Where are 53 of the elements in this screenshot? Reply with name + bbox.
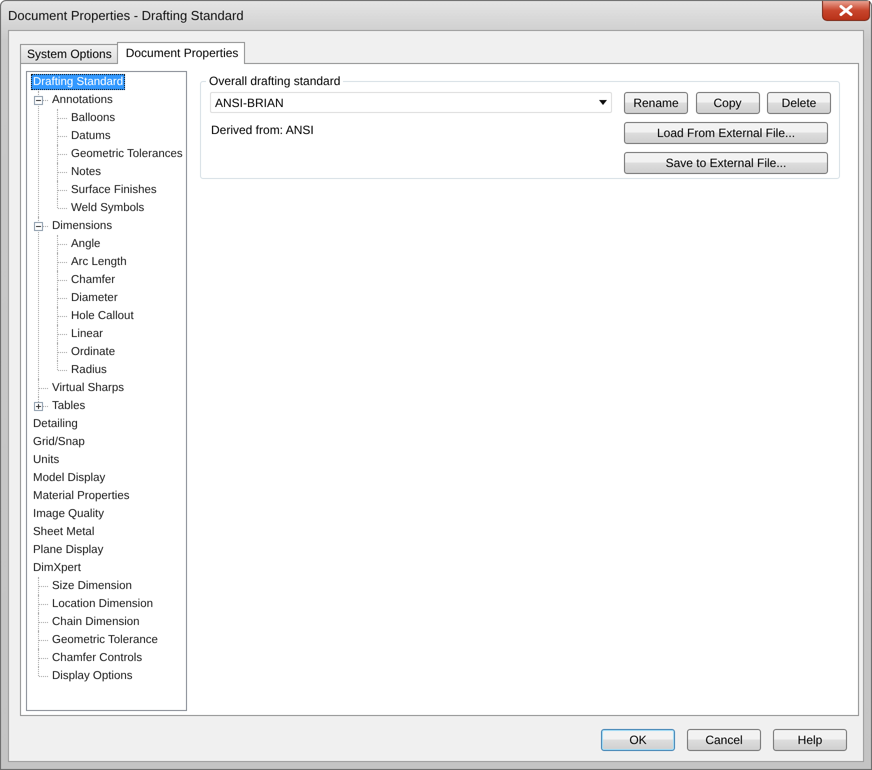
tree-item[interactable]: Tables [50, 398, 88, 414]
tree-item[interactable]: Units [31, 452, 62, 468]
tree-item[interactable]: Virtual Sharps [50, 380, 126, 396]
tree-item[interactable]: Location Dimension [50, 596, 156, 612]
tree-item[interactable]: Balloons [69, 110, 118, 126]
tab[interactable]: System Options [20, 44, 118, 63]
collapse-icon[interactable] [34, 222, 43, 231]
close-button[interactable] [822, 1, 870, 21]
tree-item[interactable]: Arc Length [69, 254, 129, 270]
tree-item[interactable]: Angle [69, 236, 102, 252]
tree-item[interactable]: Linear [69, 326, 105, 342]
tree-item[interactable]: Plane Display [31, 542, 106, 558]
action-button[interactable]: Delete [767, 92, 831, 114]
file-button[interactable]: Load From External File... [624, 122, 828, 144]
tree-item[interactable]: Surface Finishes [69, 182, 159, 198]
caret-icon [599, 100, 607, 105]
tree-item[interactable]: Grid/Snap [31, 434, 87, 450]
tree-item[interactable]: Diameter [69, 290, 120, 306]
derived-label: Derived from: ANSI [210, 123, 315, 137]
tree-item[interactable]: Sheet Metal [31, 524, 96, 540]
dialog-button[interactable]: OK [601, 729, 675, 751]
group-legend: Overall drafting standard [206, 74, 344, 88]
tree-item[interactable]: Geometric Tolerance [50, 632, 160, 648]
tree-item[interactable]: Geometric Tolerances [69, 146, 185, 162]
tree-item[interactable]: Ordinate [69, 344, 118, 360]
file-button[interactable]: Save to External File... [624, 152, 828, 174]
tree-item[interactable]: Display Options [50, 668, 135, 684]
tab[interactable]: Document Properties [116, 42, 246, 64]
dialog-button[interactable]: Cancel [687, 729, 761, 751]
tree-item[interactable]: Detailing [31, 416, 80, 432]
tree-item[interactable]: Material Properties [31, 488, 132, 504]
action-button[interactable]: Rename [624, 92, 688, 114]
tree-item[interactable]: Chain Dimension [50, 614, 142, 630]
action-button[interactable]: Copy [696, 92, 760, 114]
dialog-button[interactable]: Help [773, 729, 847, 751]
close-icon [839, 5, 853, 16]
tree-item[interactable]: Size Dimension [50, 578, 134, 594]
tree-item[interactable]: Datums [69, 128, 113, 144]
tree-item[interactable]: Chamfer Controls [50, 650, 144, 666]
tree-item[interactable]: Chamfer [69, 272, 118, 288]
tree-item[interactable]: Hole Callout [69, 308, 136, 324]
window-title: Document Properties - Drafting Standard [8, 8, 244, 23]
tree-item[interactable]: Image Quality [31, 506, 106, 522]
tree-item[interactable]: DimXpert [31, 560, 83, 576]
tree-item[interactable]: Annotations [50, 92, 115, 108]
standard-dropdown[interactable]: ANSI-BRIAN [210, 92, 612, 113]
tree-item[interactable]: Dimensions [50, 218, 114, 234]
tree-item[interactable]: Model Display [31, 470, 108, 486]
collapse-icon[interactable] [34, 96, 43, 105]
tree-item[interactable]: Weld Symbols [69, 200, 146, 216]
expand-icon[interactable] [34, 402, 43, 411]
tree-item[interactable]: Radius [69, 362, 109, 378]
tree-item[interactable]: Notes [69, 164, 104, 180]
